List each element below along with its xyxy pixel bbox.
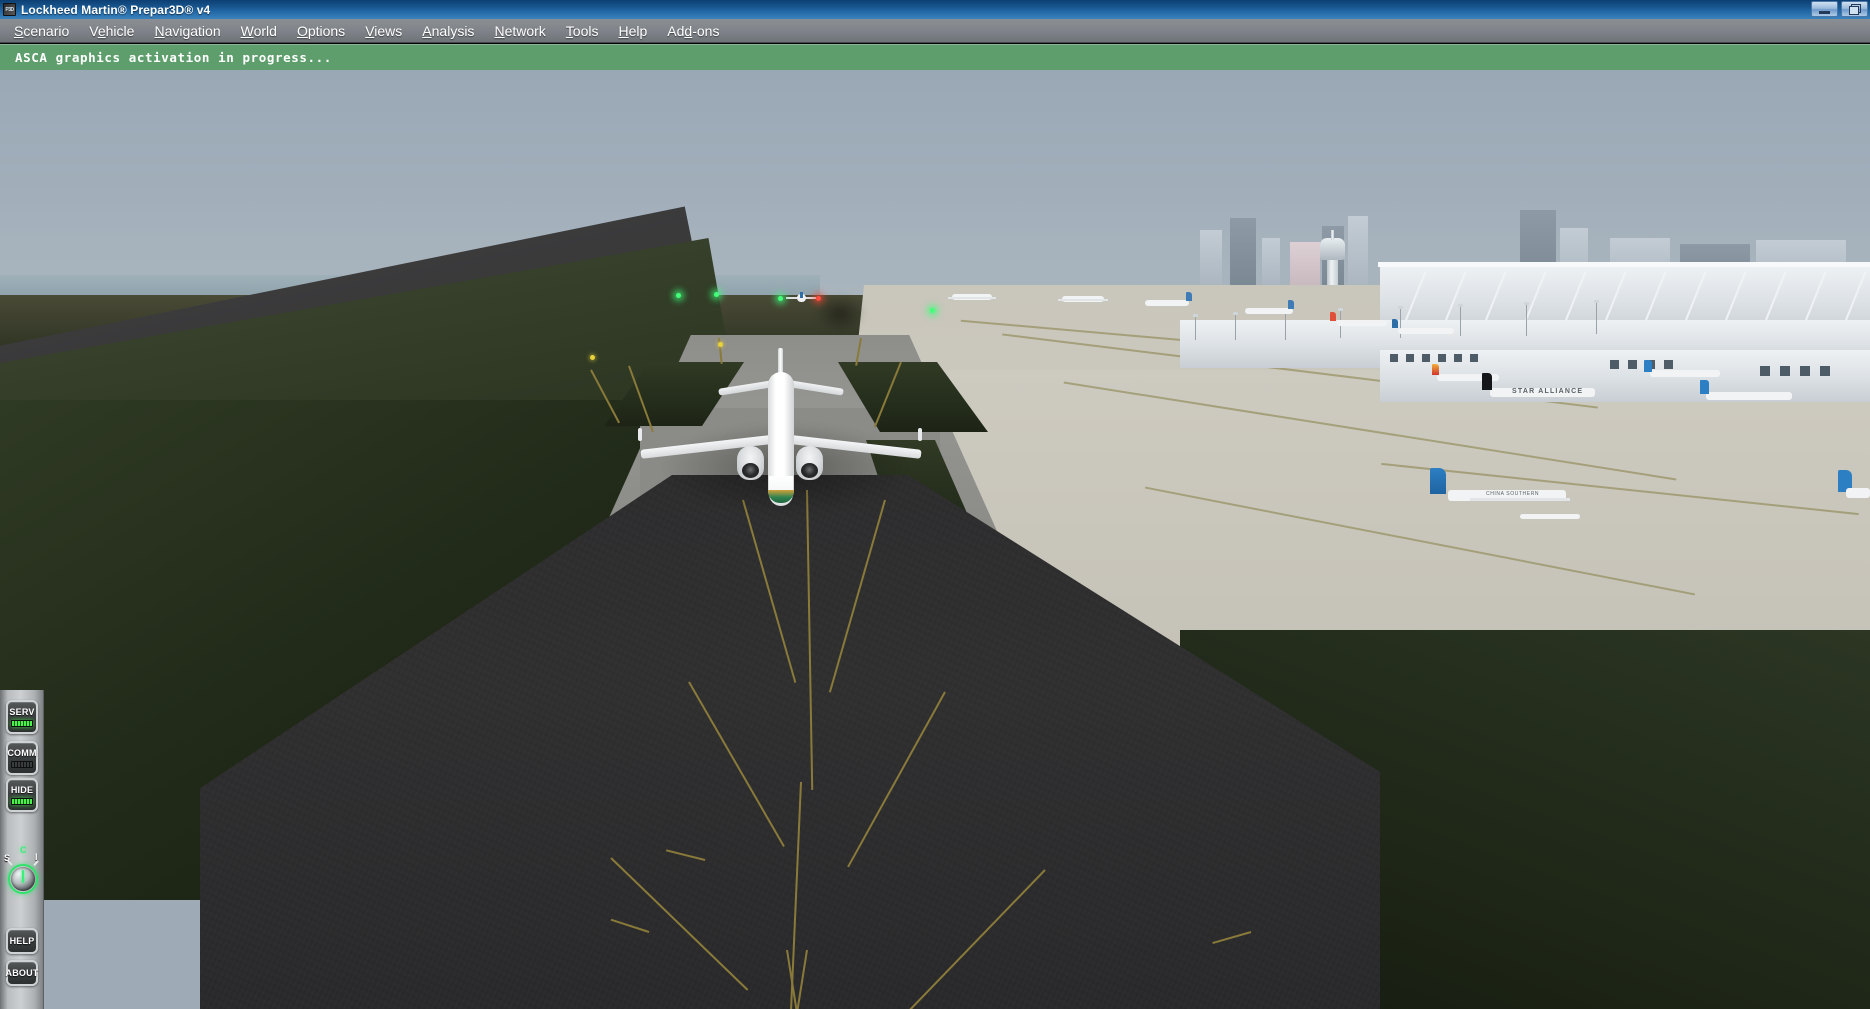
winglet-right	[918, 428, 922, 441]
about-button-label: ABOUT	[5, 967, 39, 978]
menu-item-addons[interactable]: Add-ons	[657, 21, 729, 41]
serv-button[interactable]: SERV	[6, 700, 38, 734]
control-tower-mast	[1331, 230, 1334, 240]
menu-item-scenario[interactable]: Scenario	[4, 21, 79, 41]
horizontal-stabilizer-right	[787, 380, 844, 396]
menu-item-network[interactable]: Network	[484, 21, 555, 41]
serv-led-indicator	[11, 719, 33, 727]
control-tower-cab	[1320, 238, 1345, 260]
parked-aircraft	[1846, 488, 1870, 498]
prepar3d-window: P3D Lockheed Martin® Prepar3D® v4 Scenar…	[0, 0, 1870, 1009]
engine-left	[737, 446, 764, 480]
asca-control-panel: SERV COMM HIDE S C I HELP ABOUT	[0, 690, 44, 1009]
knob-label-c: C	[20, 845, 27, 855]
taxi-light-yellow	[590, 355, 595, 360]
parked-aircraft	[1245, 308, 1293, 314]
city-building	[1200, 230, 1222, 288]
taxi-light-yellow	[718, 342, 723, 347]
city-building	[1262, 238, 1280, 288]
p3d-app-icon: P3D	[3, 3, 16, 16]
menu-item-vehicle[interactable]: Vehicle	[79, 21, 144, 41]
help-button-label: HELP	[9, 935, 35, 946]
title-bar: P3D Lockheed Martin® Prepar3D® v4	[0, 0, 1870, 19]
engine-right	[796, 446, 823, 480]
knob-tick-left	[7, 860, 13, 866]
taxi-light-green	[778, 296, 783, 301]
menu-item-navigation[interactable]: Navigation	[144, 21, 230, 41]
menu-item-options[interactable]: Options	[287, 21, 355, 41]
menu-item-world[interactable]: World	[231, 21, 287, 41]
menu-item-views[interactable]: Views	[355, 21, 412, 41]
simulator-viewport[interactable]: C	[0, 70, 1870, 1009]
comm-button-label: COMM	[7, 747, 37, 758]
taxiing-aircraft	[786, 292, 816, 302]
china-southern-livery-text: CHINA SOUTHERN	[1486, 491, 1540, 497]
menu-item-help[interactable]: Help	[608, 21, 657, 41]
menu-item-tools[interactable]: Tools	[556, 21, 609, 41]
winglet-left	[638, 428, 642, 441]
city-building	[1230, 218, 1256, 288]
comm-led-indicator	[11, 760, 33, 768]
star-alliance-livery-text: STAR ALLIANCE	[1512, 388, 1584, 395]
about-button[interactable]: ABOUT	[6, 960, 38, 986]
menu-item-analysis[interactable]: Analysis	[412, 21, 484, 41]
notification-banner: ASCA graphics activation in progress...	[0, 44, 1870, 70]
restore-button[interactable]	[1841, 1, 1868, 17]
comm-button[interactable]: COMM	[6, 741, 38, 775]
city-building	[1348, 216, 1368, 290]
city-building	[1290, 242, 1320, 290]
parked-aircraft	[1706, 392, 1792, 400]
user-aircraft	[630, 348, 930, 510]
horizontal-stabilizer-left	[718, 380, 775, 396]
taxi-light-green	[676, 293, 681, 298]
parked-aircraft	[1650, 370, 1720, 377]
parked-aircraft	[1145, 300, 1189, 306]
parked-aircraft	[1337, 320, 1387, 326]
aircraft-tail-shadow	[815, 295, 865, 331]
serv-button-label: SERV	[9, 706, 35, 717]
hide-button[interactable]: HIDE	[6, 778, 38, 812]
terminal-roof	[1378, 262, 1870, 267]
knob-tick-right	[33, 860, 39, 866]
minimize-button[interactable]	[1811, 1, 1838, 17]
taxi-light-green	[930, 308, 935, 313]
hide-button-label: HIDE	[10, 784, 34, 795]
mode-selector-knob[interactable]: S C I	[0, 845, 44, 915]
menu-bar: Scenario Vehicle Navigation World Option…	[0, 19, 1870, 43]
hide-led-indicator	[11, 797, 33, 805]
taxi-light-green	[714, 292, 719, 297]
knob-pointer	[22, 870, 24, 883]
parked-aircraft	[1398, 328, 1454, 334]
parked-aircraft	[1520, 514, 1580, 519]
window-controls	[1811, 1, 1868, 17]
notification-text: ASCA graphics activation in progress...	[15, 50, 332, 65]
window-title: Lockheed Martin® Prepar3D® v4	[21, 2, 211, 17]
help-button[interactable]: HELP	[6, 928, 38, 954]
